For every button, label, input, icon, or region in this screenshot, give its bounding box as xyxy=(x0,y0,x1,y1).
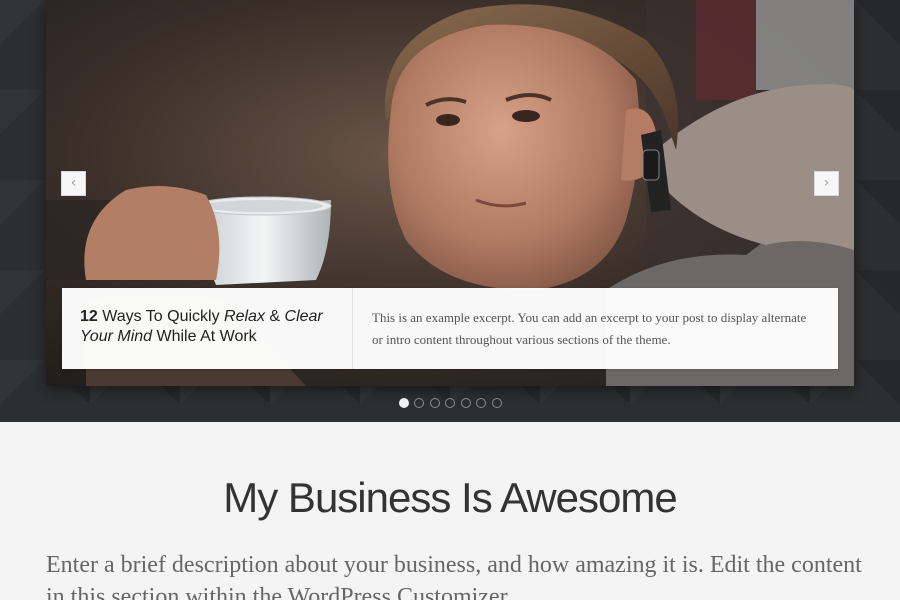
business-intro-section: My Business Is Awesome Enter a brief des… xyxy=(0,422,900,600)
slider-prev-button[interactable]: ‹ xyxy=(61,171,86,196)
slider-dot-3[interactable] xyxy=(429,398,440,408)
slider-dot-7[interactable] xyxy=(491,398,502,408)
hero-band: ‹ › 12 Ways To Quickly Relax & Clear You… xyxy=(0,0,900,422)
caption-title-text: While At Work xyxy=(152,328,257,345)
slide-caption[interactable]: 12 Ways To Quickly Relax & Clear Your Mi… xyxy=(62,288,838,369)
slider-dot-1[interactable] xyxy=(398,398,409,408)
caption-title-number: 12 xyxy=(80,308,98,325)
slider-dot-2[interactable] xyxy=(414,398,424,408)
chevron-left-icon: ‹ xyxy=(70,175,77,191)
section-description: Enter a brief description about your bus… xyxy=(46,552,862,600)
caption-title-text: Ways To Quickly xyxy=(97,308,225,325)
caption-title[interactable]: 12 Ways To Quickly Relax & Clear Your Mi… xyxy=(62,288,353,369)
slider-dot-5[interactable] xyxy=(460,398,471,408)
caption-title-text: & xyxy=(264,308,285,325)
caption-excerpt: This is an example excerpt. You can add … xyxy=(372,310,807,347)
slider-dot-6[interactable] xyxy=(476,398,486,408)
slider-next-button[interactable]: › xyxy=(814,171,839,196)
slider-dot-4[interactable] xyxy=(445,398,455,408)
caption-title-emphasis: Relax xyxy=(224,308,265,325)
chevron-right-icon: › xyxy=(823,175,830,191)
section-headline: My Business Is Awesome xyxy=(223,474,677,521)
slider-pagination xyxy=(0,398,900,408)
